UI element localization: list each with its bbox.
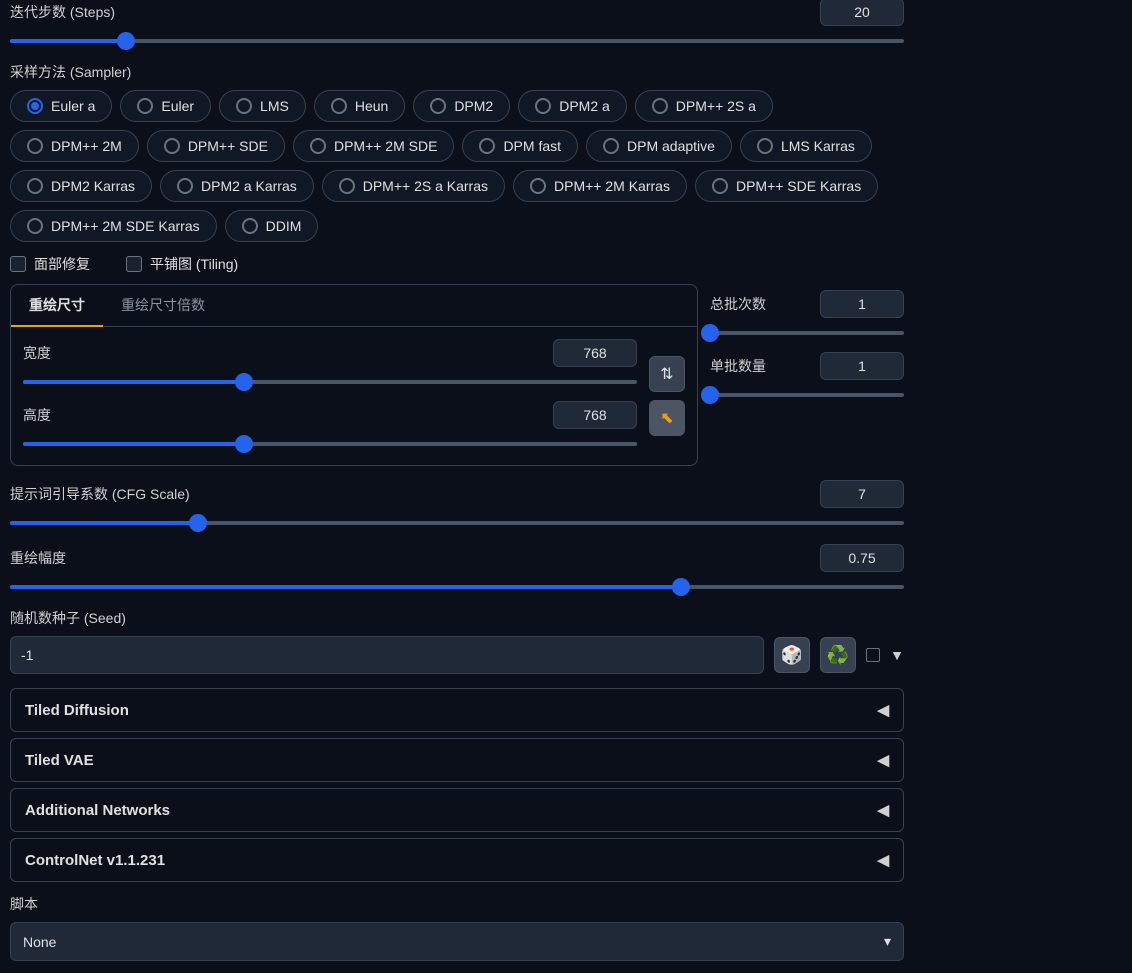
tab-resize-by[interactable]: 重绘尺寸倍数 xyxy=(103,285,223,326)
recycle-icon: ♻️ xyxy=(827,645,849,666)
batch-count-label: 总批次数 xyxy=(710,294,812,314)
script-value: None xyxy=(23,934,56,950)
sampler-option-dpm-2m[interactable]: DPM++ 2M xyxy=(10,130,139,162)
detect-size-button[interactable]: ⬉ xyxy=(649,400,685,436)
denoise-label: 重绘幅度 xyxy=(10,548,812,568)
sampler-option-dpm2-a[interactable]: DPM2 a xyxy=(518,90,627,122)
dice-icon: 🎲 xyxy=(781,645,803,666)
sampler-label: 采样方法 (Sampler) xyxy=(10,62,904,82)
swap-icon: ⇅ xyxy=(660,364,673,384)
accordion-controlnet-v1-1-231[interactable]: ControlNet v1.1.231◀ xyxy=(10,838,904,882)
seed-label: 随机数种子 (Seed) xyxy=(10,608,904,628)
steps-slider[interactable] xyxy=(10,32,904,50)
width-slider[interactable] xyxy=(23,373,637,391)
tiling-checkbox[interactable]: 平铺图 (Tiling) xyxy=(126,254,238,274)
tab-resize-to[interactable]: 重绘尺寸 xyxy=(11,285,103,327)
denoise-slider[interactable] xyxy=(10,578,904,596)
sampler-option-dpm-2m-sde-karras[interactable]: DPM++ 2M SDE Karras xyxy=(10,210,217,242)
sampler-option-dpm-2m-karras[interactable]: DPM++ 2M Karras xyxy=(513,170,687,202)
batch-size-label: 单批数量 xyxy=(710,356,812,376)
steps-label: 迭代步数 (Steps) xyxy=(10,2,812,22)
sampler-option-dpm-2s-a-karras[interactable]: DPM++ 2S a Karras xyxy=(322,170,505,202)
script-label: 脚本 xyxy=(10,894,904,914)
height-value[interactable]: 768 xyxy=(553,401,637,429)
script-dropdown[interactable]: None ▾ xyxy=(10,922,904,961)
sampler-option-euler[interactable]: Euler xyxy=(120,90,211,122)
batch-size-value[interactable]: 1 xyxy=(820,352,904,380)
height-slider[interactable] xyxy=(23,435,637,453)
width-value[interactable]: 768 xyxy=(553,339,637,367)
sampler-option-dpm-sde[interactable]: DPM++ SDE xyxy=(147,130,285,162)
sampler-option-dpm2[interactable]: DPM2 xyxy=(413,90,510,122)
seed-input[interactable] xyxy=(10,636,764,674)
reuse-seed-button[interactable]: ♻️ xyxy=(820,637,856,673)
steps-value[interactable]: 20 xyxy=(820,0,904,26)
sampler-option-ddim[interactable]: DDIM xyxy=(225,210,319,242)
height-label: 高度 xyxy=(23,405,545,425)
accordion-tiled-diffusion[interactable]: Tiled Diffusion◀ xyxy=(10,688,904,732)
chevron-left-icon: ◀ xyxy=(877,851,889,869)
cfg-label: 提示词引导系数 (CFG Scale) xyxy=(10,484,812,504)
cursor-icon: ⬉ xyxy=(660,408,673,428)
accordion-additional-networks[interactable]: Additional Networks◀ xyxy=(10,788,904,832)
swap-dimensions-button[interactable]: ⇅ xyxy=(649,356,685,392)
seed-extra-checkbox[interactable] xyxy=(866,648,880,662)
sampler-option-dpm-adaptive[interactable]: DPM adaptive xyxy=(586,130,732,162)
sampler-option-euler-a[interactable]: Euler a xyxy=(10,90,112,122)
seed-expand-icon[interactable]: ▼ xyxy=(890,647,904,663)
sampler-option-dpm-2m-sde[interactable]: DPM++ 2M SDE xyxy=(293,130,454,162)
sampler-option-dpm-2s-a[interactable]: DPM++ 2S a xyxy=(635,90,773,122)
sampler-option-dpm2-karras[interactable]: DPM2 Karras xyxy=(10,170,152,202)
batch-count-value[interactable]: 1 xyxy=(820,290,904,318)
chevron-left-icon: ◀ xyxy=(877,751,889,769)
sampler-option-dpm-fast[interactable]: DPM fast xyxy=(462,130,578,162)
accordion-tiled-vae[interactable]: Tiled VAE◀ xyxy=(10,738,904,782)
chevron-down-icon: ▾ xyxy=(884,933,891,950)
sampler-option-dpm-sde-karras[interactable]: DPM++ SDE Karras xyxy=(695,170,878,202)
batch-size-slider[interactable] xyxy=(710,386,904,404)
sampler-option-lms-karras[interactable]: LMS Karras xyxy=(740,130,872,162)
face-restore-checkbox[interactable]: 面部修复 xyxy=(10,254,90,274)
cfg-value[interactable]: 7 xyxy=(820,480,904,508)
sampler-option-heun[interactable]: Heun xyxy=(314,90,405,122)
sampler-option-lms[interactable]: LMS xyxy=(219,90,306,122)
sampler-option-dpm2-a-karras[interactable]: DPM2 a Karras xyxy=(160,170,314,202)
denoise-value[interactable]: 0.75 xyxy=(820,544,904,572)
chevron-left-icon: ◀ xyxy=(877,701,889,719)
width-label: 宽度 xyxy=(23,343,545,363)
batch-count-slider[interactable] xyxy=(710,324,904,342)
cfg-slider[interactable] xyxy=(10,514,904,532)
chevron-left-icon: ◀ xyxy=(877,801,889,819)
random-seed-button[interactable]: 🎲 xyxy=(774,637,810,673)
